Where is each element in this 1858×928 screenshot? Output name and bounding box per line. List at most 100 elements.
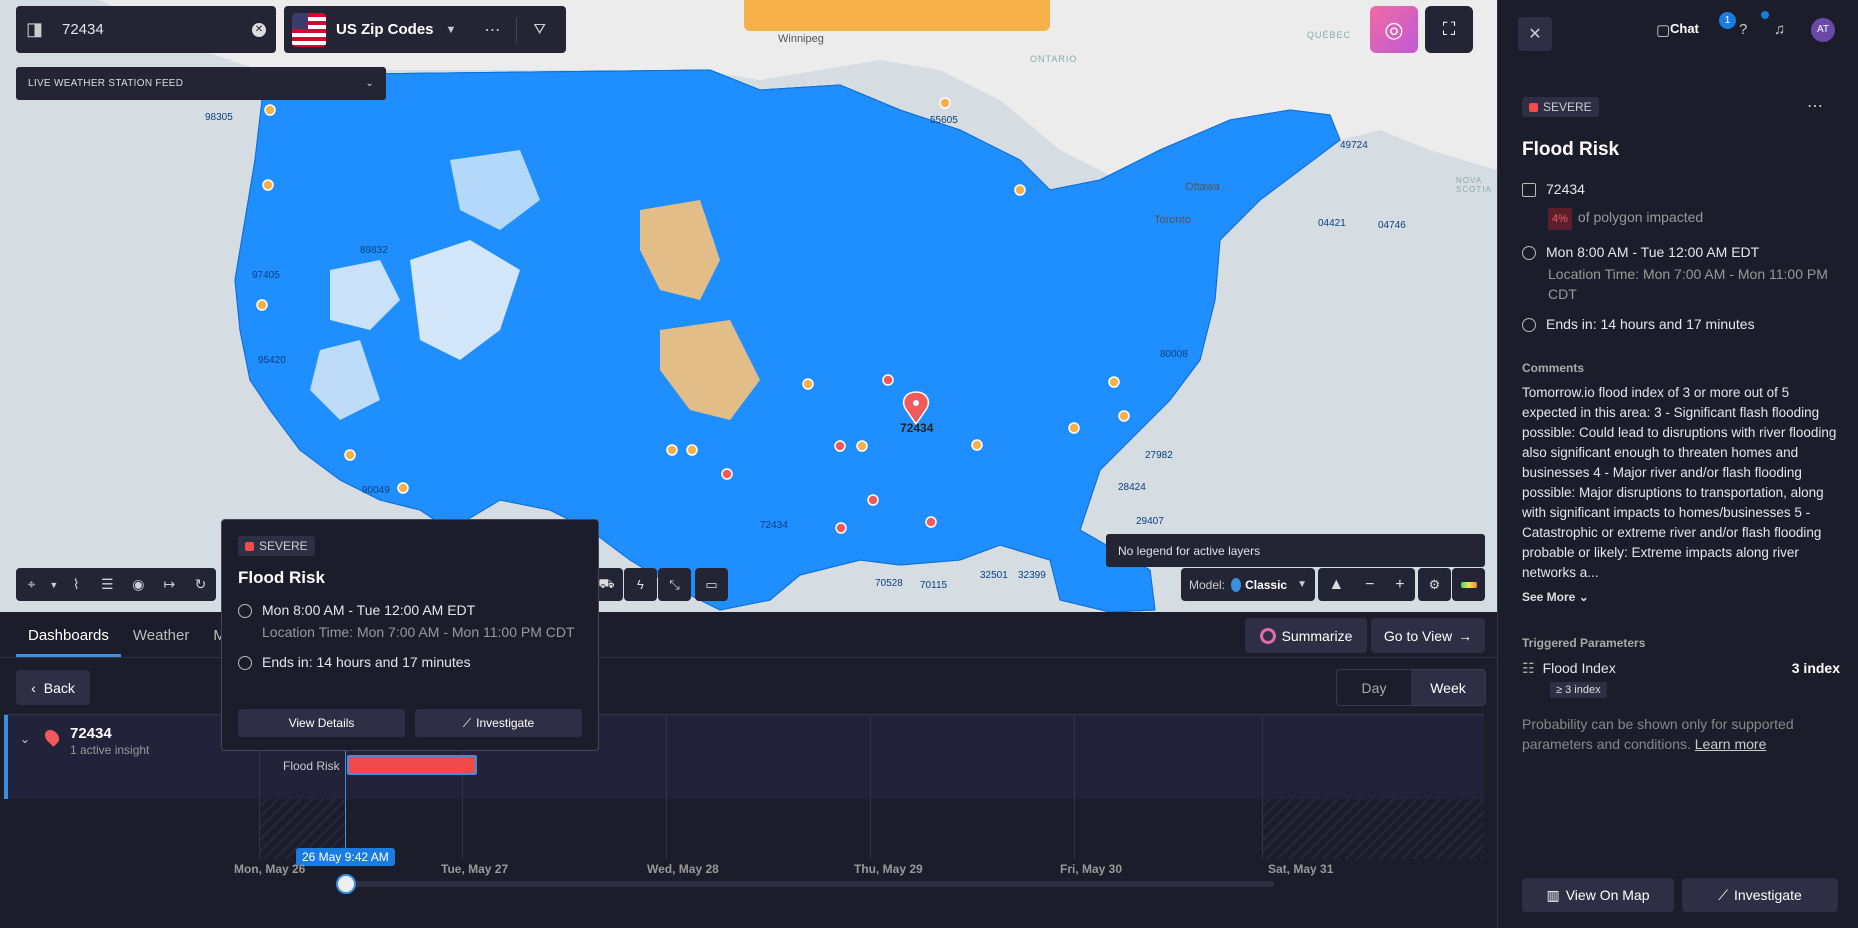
chat-icon[interactable]: ▢ [1656, 21, 1670, 39]
go-to-view-button[interactable]: Go to View → [1371, 618, 1485, 653]
param-value: 3 index [1791, 660, 1840, 676]
sliders-icon[interactable]: ☰ [92, 576, 123, 593]
location-icon[interactable]: ⌖ [16, 576, 47, 593]
severity-badge: SEVERE [238, 536, 315, 556]
zoom-controls: ▲ − + [1318, 568, 1415, 601]
lightning-button[interactable]: ϟ [624, 568, 657, 601]
panel-investigate-label: Investigate [1734, 887, 1802, 903]
popup-location-time: Location Time: Mon 7:00 AM - Mon 11:00 P… [262, 624, 575, 640]
bell-icon[interactable]: ♫ [1774, 21, 1785, 38]
view-on-map-button[interactable]: ▥ View On Map [1522, 878, 1674, 912]
polygon-icon [1522, 183, 1536, 197]
ends-row: Ends in: 14 hours and 17 minutes [1522, 316, 1755, 332]
week-toggle[interactable]: Week [1411, 670, 1485, 705]
chevron-left-icon: ‹ [31, 679, 36, 696]
day-gridline [1262, 715, 1263, 859]
zip-label: 32501 [980, 570, 1008, 581]
arrow-icon[interactable]: ↦ [154, 576, 185, 593]
popup-time-row: Mon 8:00 AM - Tue 12:00 AM EDT [238, 602, 582, 618]
chevron-down-icon: ⌄ [1578, 590, 1589, 604]
current-time-tag: 26 May 9:42 AM [296, 848, 395, 866]
screenshot-button[interactable]: ⛶ [1425, 6, 1473, 53]
day-label: Wed, May 28 [647, 862, 719, 876]
zip-label: 95420 [258, 355, 286, 366]
back-label: Back [43, 679, 75, 696]
param-icon: ☷ [1522, 660, 1535, 676]
chevron-down-icon[interactable]: ▼ [446, 24, 457, 36]
avatar[interactable]: AT [1811, 18, 1835, 42]
summarize-label: Summarize [1281, 627, 1353, 644]
zip-label: 70528 [875, 578, 903, 589]
flood-risk-bar[interactable] [347, 755, 477, 775]
map-layers-icon[interactable]: ◨ [26, 19, 48, 41]
zoom-out-button[interactable]: − [1365, 576, 1374, 594]
clear-icon[interactable]: ✕ [252, 22, 266, 37]
ruler-button[interactable]: ▭ [695, 568, 728, 601]
comments-title: Comments [1522, 361, 1585, 375]
see-more-button[interactable]: See More ⌄ [1522, 590, 1589, 604]
fire-icon[interactable]: ◉ [123, 576, 154, 593]
panel-investigate-button[interactable]: ⟋ Investigate [1682, 878, 1838, 912]
day-toggle[interactable]: Day [1337, 670, 1411, 705]
model-selector[interactable]: Model: Classic ▼ [1181, 568, 1315, 601]
view-on-map-label: View On Map [1565, 887, 1650, 903]
impact-row: 4% of polygon impacted [1548, 207, 1703, 230]
time-slider-handle[interactable] [336, 874, 356, 894]
arrow-right-icon: → [1458, 627, 1473, 644]
day-label: Thu, May 29 [854, 862, 923, 876]
tab-dashboards[interactable]: Dashboards [16, 627, 121, 657]
zoom-in-button[interactable]: + [1395, 576, 1404, 594]
ai-assistant-button[interactable]: ◎ [1370, 6, 1418, 53]
zip-label: 04421 [1318, 218, 1346, 229]
search-input[interactable]: 72434 [62, 21, 252, 38]
settings-button[interactable]: ⚙ [1418, 568, 1451, 601]
lightning-icon: ϟ [637, 577, 644, 592]
more-icon[interactable]: ⋯ [1807, 96, 1823, 116]
severity-dot [1529, 102, 1538, 112]
popup-title: Flood Risk [238, 568, 325, 587]
close-button[interactable]: ✕ [1518, 17, 1552, 51]
day-label: Mon, May 26 [234, 862, 306, 876]
popup-investigate-button[interactable]: ⟋ Investigate [415, 709, 582, 737]
help-icon[interactable]: ? [1739, 21, 1747, 38]
impact-percent: 4% [1548, 208, 1572, 230]
search-field[interactable]: ◨ 72434 ✕ [16, 6, 276, 53]
filter-icon[interactable]: ⛛ [533, 21, 546, 38]
notification-dot [1761, 11, 1769, 19]
north-arrow-icon[interactable]: ▲ [1328, 576, 1344, 594]
chevron-down-icon[interactable]: ⌄ [20, 732, 30, 746]
see-more-label: See More [1522, 590, 1576, 604]
weather-feed-dropdown[interactable]: LIVE WEATHER STATION FEED ⌄ [16, 67, 386, 100]
chat-button[interactable]: Chat [1670, 21, 1699, 36]
location-pin-icon [42, 727, 62, 747]
chart-icon: ⟋ [1718, 886, 1729, 903]
tab-weather[interactable]: Weather [121, 627, 201, 657]
color-scale-icon [1460, 581, 1477, 588]
drop-icon[interactable]: ⌇ [61, 576, 92, 593]
back-button[interactable]: ‹ Back [16, 670, 90, 705]
chevron-down-icon[interactable]: ▼ [47, 580, 61, 590]
panel-location-time: Location Time: Mon 7:00 AM - Mon 11:00 P… [1548, 266, 1828, 302]
range-toggle: Day Week [1336, 669, 1486, 706]
popup-ends-row: Ends in: 14 hours and 17 minutes [238, 654, 582, 670]
more-icon[interactable]: ⋯ [484, 20, 500, 40]
legend-note: No legend for active layers [1106, 534, 1485, 567]
route-button[interactable]: ⤡ [658, 568, 691, 601]
summarize-button[interactable]: Summarize [1245, 618, 1367, 653]
layer-selector[interactable]: US Zip Codes ▼ ⋯ ⛛ [284, 6, 566, 53]
chevron-down-icon: ⌄ [365, 78, 374, 89]
time-slider-track[interactable] [340, 881, 1274, 887]
truck-icon: ⛟ [598, 575, 615, 591]
day-gridline [870, 715, 871, 859]
day-label: Tue, May 27 [441, 862, 509, 876]
insight-row-name: 72434 [70, 725, 112, 742]
ruler-icon: ▭ [705, 576, 718, 592]
cyclone-icon[interactable]: ↻ [185, 576, 216, 593]
timer-icon [1522, 318, 1536, 332]
legend-button[interactable] [1452, 568, 1485, 601]
view-details-button[interactable]: View Details [238, 709, 405, 737]
triggered-title: Triggered Parameters [1522, 636, 1646, 650]
flood-risk-label: Flood Risk [283, 759, 340, 773]
learn-more-link[interactable]: Learn more [1695, 736, 1767, 752]
insight-popup: SEVERE Flood Risk Mon 8:00 AM - Tue 12:0… [221, 519, 599, 751]
